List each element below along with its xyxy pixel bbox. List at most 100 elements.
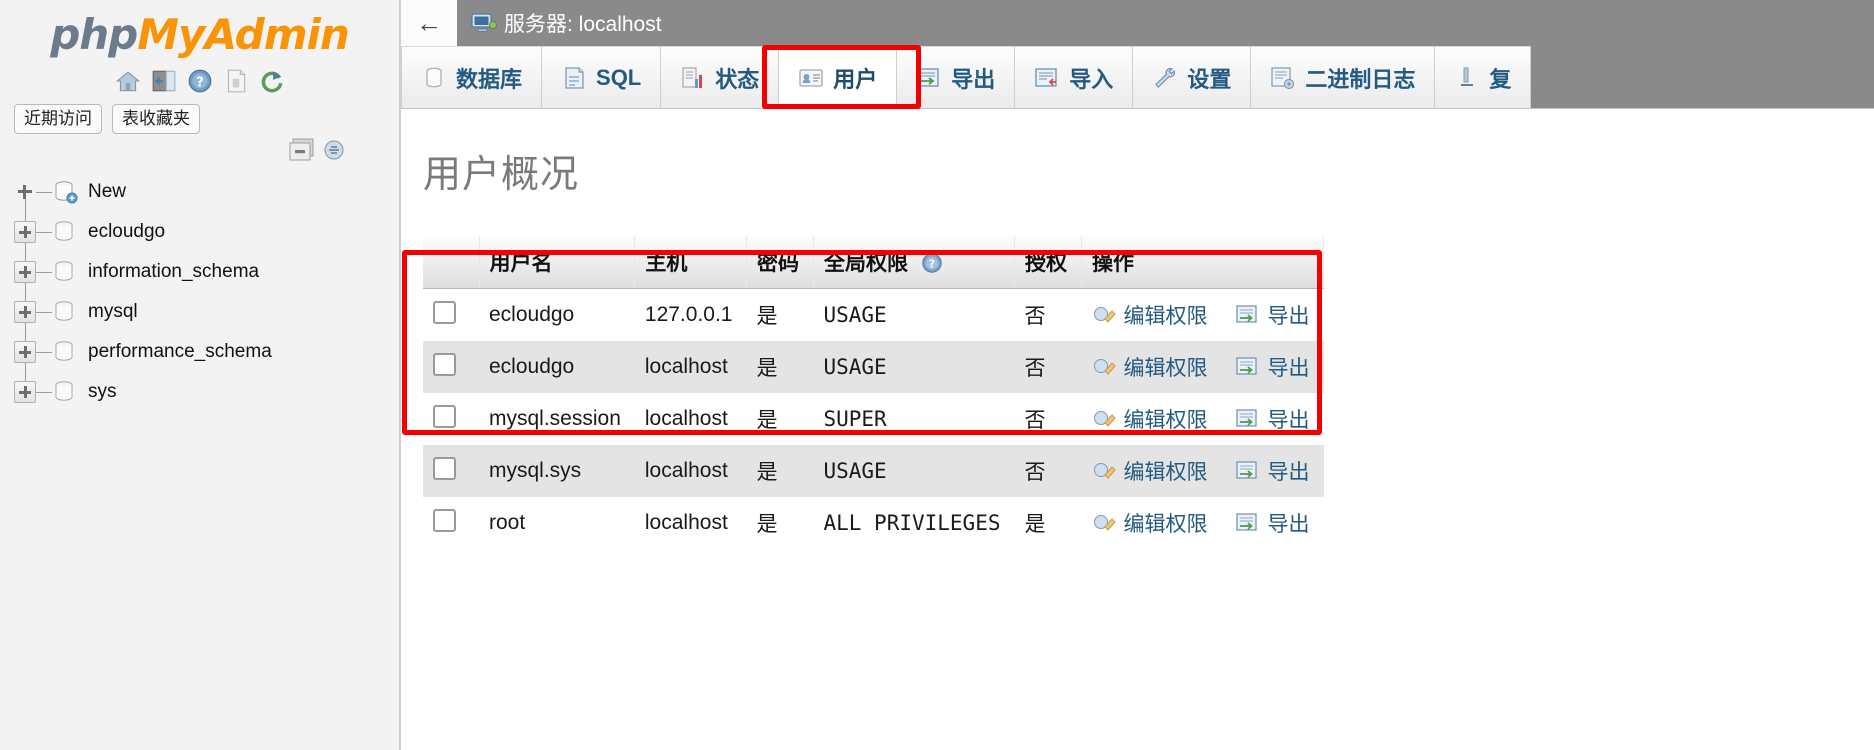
logo[interactable]: phpMyAdmin (0, 0, 399, 60)
row-checkbox-cell[interactable] (423, 497, 479, 549)
collapse-icon[interactable] (289, 138, 315, 162)
docs-icon[interactable] (223, 68, 249, 94)
edit-privileges-link[interactable]: 编辑权限 (1124, 300, 1208, 330)
users-table: 用户名 主机 密码 全局权限 ? 授权 操作 ecloudgo 127.0.0.… (423, 236, 1324, 549)
export-icon[interactable] (1235, 304, 1261, 326)
expand-icon[interactable] (14, 381, 36, 404)
tree-connector (36, 391, 52, 393)
back-button[interactable]: ← (401, 0, 457, 46)
export-link[interactable]: 导出 (1268, 456, 1310, 486)
tab-label: 用户 (833, 66, 878, 92)
export-link[interactable]: 导出 (1268, 508, 1310, 538)
row-checkbox-cell[interactable] (423, 341, 479, 393)
expand-icon[interactable] (14, 301, 36, 324)
page-title: 用户概况 (423, 154, 580, 196)
settings-icon (1152, 66, 1178, 90)
tree-item-label: mysql (88, 301, 138, 323)
edit-privileges-icon[interactable] (1092, 304, 1117, 326)
sidebar-icon-bar: ? (0, 68, 399, 94)
database-new-icon (52, 179, 78, 205)
table-row[interactable]: root localhost 是 ALL PRIVILEGES 是 编辑权限 导… (423, 497, 1324, 549)
tree-item-label: New (88, 181, 127, 203)
tree-connector (36, 231, 52, 233)
edit-privileges-icon[interactable] (1092, 408, 1117, 430)
edit-privileges-link[interactable]: 编辑权限 (1124, 456, 1208, 486)
edit-privileges-link[interactable]: 编辑权限 (1124, 352, 1208, 382)
link-icon[interactable] (321, 138, 347, 162)
cell-grant: 否 (1014, 393, 1082, 445)
export-link[interactable]: 导出 (1268, 352, 1310, 382)
tab-label: 状态 (715, 66, 760, 92)
edit-privileges-link[interactable]: 编辑权限 (1124, 404, 1208, 434)
edit-privileges-icon[interactable] (1092, 512, 1117, 534)
tree-connector (36, 191, 52, 193)
table-row[interactable]: ecloudgo 127.0.0.1 是 USAGE 否 编辑权限 导出 (423, 288, 1324, 341)
tab-sql[interactable]: SQL (542, 46, 662, 108)
cell-username: ecloudgo (479, 288, 635, 341)
cell-password: 是 (746, 445, 814, 497)
database-icon (52, 219, 78, 245)
export-icon[interactable] (1235, 408, 1261, 430)
tab-export[interactable]: 导出 (897, 46, 1016, 108)
tab-databases[interactable]: 数据库 (401, 46, 543, 108)
export-icon[interactable] (1235, 460, 1261, 482)
tree-item-information-schema[interactable]: information_schema (14, 252, 399, 292)
table-row[interactable]: mysql.session localhost 是 SUPER 否 编辑权限 导… (423, 393, 1324, 445)
row-checkbox-cell[interactable] (423, 445, 479, 497)
database-tree: New ecloudgo information_schema mysql pe… (0, 172, 399, 412)
tab-status[interactable]: 状态 (661, 46, 780, 108)
tree-item-mysql[interactable]: mysql (14, 292, 399, 332)
tree-item-new[interactable]: New (14, 172, 399, 212)
column-global-privileges: 全局权限 ? (813, 236, 1016, 289)
logout-icon[interactable] (151, 68, 177, 94)
expand-icon[interactable] (14, 221, 36, 244)
row-checkbox[interactable] (433, 352, 456, 376)
export-link[interactable]: 导出 (1268, 404, 1310, 434)
row-checkbox[interactable] (433, 508, 456, 532)
row-checkbox-cell[interactable] (423, 288, 479, 341)
row-checkbox[interactable] (433, 300, 456, 324)
tree-connector (36, 311, 52, 313)
recent-tables-button[interactable]: 近期访问 (14, 104, 102, 135)
expand-icon[interactable] (14, 341, 36, 364)
tree-item-ecloudgo[interactable]: ecloudgo (14, 212, 399, 252)
row-checkbox-cell[interactable] (423, 393, 479, 445)
edit-privileges-icon[interactable] (1092, 356, 1117, 378)
expand-icon[interactable] (14, 261, 36, 284)
tab-users[interactable]: 用户 (779, 46, 898, 108)
reload-icon[interactable] (259, 68, 285, 94)
export-link[interactable]: 导出 (1268, 300, 1310, 330)
row-checkbox[interactable] (433, 404, 456, 428)
help-icon[interactable]: ? (187, 68, 213, 94)
tree-item-sys[interactable]: sys (14, 372, 399, 412)
row-checkbox[interactable] (433, 456, 456, 480)
tab-settings[interactable]: 设置 (1133, 46, 1252, 108)
server-label: 服务器: localhost (504, 8, 662, 38)
tree-item-label: performance_schema (88, 341, 272, 363)
cell-password: 是 (746, 288, 814, 341)
favorite-tables-button[interactable]: 表收藏夹 (112, 104, 200, 135)
edit-privileges-link[interactable]: 编辑权限 (1124, 508, 1208, 538)
tab-import[interactable]: 导入 (1015, 46, 1134, 108)
table-row[interactable]: ecloudgo localhost 是 USAGE 否 编辑权限 导出 (423, 341, 1324, 393)
export-icon[interactable] (1235, 512, 1261, 534)
tab-binary-log[interactable]: 二进制日志 (1251, 46, 1436, 108)
server-icon (471, 12, 498, 34)
column-username: 用户名 (479, 236, 636, 289)
table-row[interactable]: mysql.sys localhost 是 USAGE 否 编辑权限 导出 (423, 445, 1324, 497)
help-icon[interactable]: ? (921, 252, 943, 274)
export-icon[interactable] (1235, 356, 1261, 378)
phpmyadmin-window: phpMyAdmin ? 近期访问 表收藏夹 New ecloudgo info… (0, 0, 1874, 750)
expand-placeholder (14, 181, 36, 203)
cell-privileges: ALL PRIVILEGES (813, 497, 1015, 549)
tab-label: SQL (596, 64, 642, 90)
column-grant: 授权 (1014, 236, 1082, 289)
edit-privileges-icon[interactable] (1092, 460, 1117, 482)
cell-username: root (479, 497, 635, 549)
home-icon[interactable] (115, 68, 141, 94)
cell-host: localhost (634, 341, 747, 393)
tree-item-performance-schema[interactable]: performance_schema (14, 332, 399, 372)
content-area: 用户概况 用户名 主机 密码 全局权限 ? 授权 操作 ecloudgo 127… (401, 109, 1874, 549)
logo-php: php (50, 10, 138, 59)
tab-replication[interactable]: 复 (1435, 46, 1532, 108)
